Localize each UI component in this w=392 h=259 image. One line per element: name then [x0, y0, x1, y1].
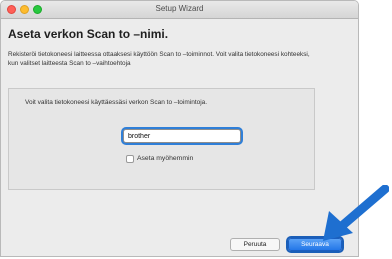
set-later-label[interactable]: Aseta myöhemmin — [137, 155, 193, 162]
intro-text: Rekisteröi tietokoneesi laitteessa ottaa… — [8, 51, 310, 67]
panel-description: Voit valita tietokoneesi käyttäessäsi ve… — [25, 99, 208, 106]
set-later-checkbox[interactable] — [126, 155, 134, 163]
page-title: Aseta verkon Scan to –nimi. — [8, 27, 169, 41]
pointer-arrow-icon — [323, 185, 389, 241]
title-bar: Setup Wizard — [1, 1, 358, 19]
cancel-button[interactable]: Peruuta — [230, 238, 280, 251]
scan-to-name-input[interactable] — [123, 129, 241, 143]
window-title: Setup Wizard — [155, 4, 204, 13]
settings-panel: Voit valita tietokoneesi käyttäessäsi ve… — [8, 88, 315, 190]
setup-wizard-window: Setup Wizard Aseta verkon Scan to –nimi.… — [0, 0, 359, 257]
